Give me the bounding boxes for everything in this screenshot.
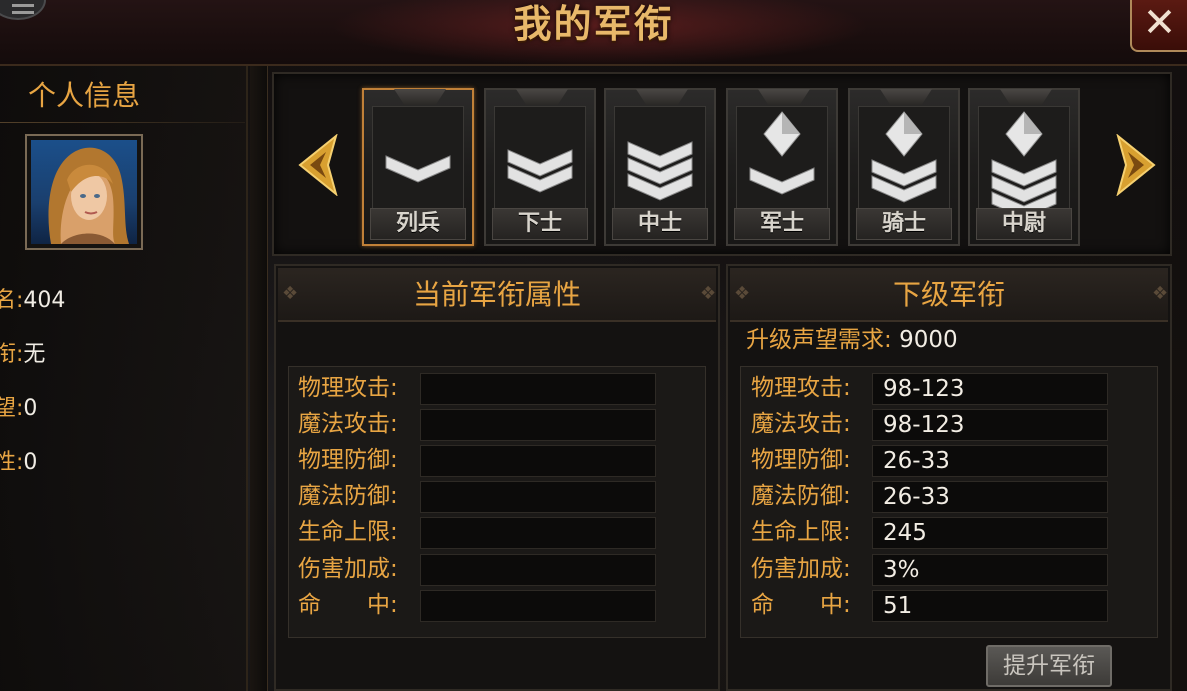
ornament-icon: ❖: [282, 283, 299, 304]
attr-value: [420, 445, 656, 477]
arrow-left-icon: [298, 133, 338, 197]
rank-name: 军士: [734, 208, 830, 240]
attr-label: 命 中:: [751, 592, 851, 618]
stat-attribute: 性:0: [0, 450, 38, 475]
divider: [0, 122, 245, 123]
avatar: [31, 140, 137, 244]
attr-row: 生命上限: 245: [751, 516, 1108, 549]
attr-value: [420, 590, 656, 622]
rank-card[interactable]: 中尉: [968, 88, 1080, 246]
personal-info-panel: 个人信息 名:404 衔:无 望:0 性:0: [0, 66, 248, 691]
attr-value: 98-123: [872, 373, 1108, 405]
card-ornament: [394, 89, 446, 105]
rank-name: 列兵: [370, 208, 466, 240]
rank-insignia-icon: [871, 111, 937, 203]
attr-value: [420, 554, 656, 586]
attr-row: 伤害加成:: [298, 553, 656, 586]
attr-row: 魔法攻击:: [298, 408, 656, 441]
ornament-icon: ❖: [700, 283, 717, 304]
attr-value: 245: [872, 517, 1108, 549]
panel-divider: [250, 66, 268, 691]
chevron-icon: [385, 155, 451, 183]
attr-label: 魔法攻击:: [298, 411, 398, 437]
attr-label: 物理攻击:: [298, 375, 398, 401]
attr-label: 物理防御:: [298, 447, 398, 473]
title-bar: 我的军衔: [0, 0, 1187, 66]
attr-label: 伤害加成:: [298, 556, 398, 582]
upgrade-rank-button[interactable]: 提升军衔: [986, 645, 1112, 687]
rank-name: 下士: [492, 208, 588, 240]
rank-insignia-icon: [749, 111, 815, 195]
rank-insignia-icon: [385, 155, 451, 183]
card-ornament: [758, 89, 810, 105]
prestige-requirement: 升级声望需求: 9000: [746, 327, 958, 353]
rank-insignia-icon: [991, 111, 1057, 212]
rank-card[interactable]: 列兵: [362, 88, 474, 246]
attr-value: 98-123: [872, 409, 1108, 441]
current-rank-panel: 当前军衔属性 ❖ ❖: [274, 264, 720, 691]
page-title: 我的军衔: [513, 2, 674, 46]
card-ornament: [1000, 89, 1052, 105]
attr-label: 命 中:: [298, 592, 398, 618]
arrow-right-icon: [1116, 133, 1156, 197]
attr-label: 魔法攻击:: [751, 411, 851, 437]
attr-label: 生命上限:: [751, 519, 851, 545]
avatar-portrait-icon: [48, 147, 129, 244]
attr-row: 魔法攻击: 98-123: [751, 408, 1108, 441]
close-icon: ✕: [1142, 0, 1177, 46]
attr-label: 物理攻击:: [751, 375, 851, 401]
attr-label: 伤害加成:: [751, 556, 851, 582]
attr-value: 26-33: [872, 481, 1108, 513]
attr-value: [420, 373, 656, 405]
attr-label: 魔法防御:: [298, 483, 398, 509]
stat-rank: 衔:无: [0, 342, 46, 367]
attr-row: 伤害加成: 3%: [751, 553, 1108, 586]
attr-value: [420, 409, 656, 441]
prev-rank-button[interactable]: [296, 133, 340, 197]
chevron-icon: [749, 167, 815, 195]
attr-value: 3%: [872, 554, 1108, 586]
attr-row: 物理攻击: 98-123: [751, 372, 1108, 405]
next-rank-header: 下级军衔: [730, 268, 1168, 322]
close-button[interactable]: ✕: [1130, 0, 1187, 52]
avatar-frame[interactable]: [25, 134, 143, 250]
rank-card[interactable]: 中士: [604, 88, 716, 246]
attr-label: 物理防御:: [751, 447, 851, 473]
rank-name: 骑士: [856, 208, 952, 240]
attr-value: 51: [872, 590, 1108, 622]
rank-insignia-icon: [627, 141, 693, 201]
next-rank-button[interactable]: [1114, 133, 1158, 197]
stat-prestige: 望:0: [0, 396, 38, 421]
attr-row: 物理防御: 26-33: [751, 444, 1108, 477]
attr-row: 命 中: 51: [751, 589, 1108, 622]
attr-label: 生命上限:: [298, 519, 398, 545]
card-ornament: [880, 89, 932, 105]
attr-row: 生命上限:: [298, 516, 656, 549]
rank-card[interactable]: 骑士: [848, 88, 960, 246]
next-rank-title: 下级军衔: [892, 278, 1005, 311]
current-rank-header: 当前军衔属性: [278, 268, 716, 322]
attr-row: 物理攻击:: [298, 372, 656, 405]
card-ornament: [516, 89, 568, 105]
card-ornament: [636, 89, 688, 105]
current-rank-title: 当前军衔属性: [412, 278, 581, 311]
attr-value: [420, 517, 656, 549]
attr-row: 魔法防御: 26-33: [751, 480, 1108, 513]
ornament-icon: ❖: [734, 283, 751, 304]
attr-row: 魔法防御:: [298, 480, 656, 513]
attr-row: 命 中:: [298, 589, 656, 622]
attr-label: 魔法防御:: [751, 483, 851, 509]
ornament-icon: ❖: [1152, 283, 1169, 304]
rank-name: 中尉: [976, 208, 1072, 240]
personal-info-header: 个人信息: [27, 79, 140, 112]
stat-name: 名:404: [0, 288, 66, 313]
rank-name: 中士: [612, 208, 708, 240]
rank-card[interactable]: 下士: [484, 88, 596, 246]
rank-insignia-icon: [507, 149, 573, 193]
attr-value: [420, 481, 656, 513]
attr-value: 26-33: [872, 445, 1108, 477]
attr-row: 物理防御:: [298, 444, 656, 477]
rank-card[interactable]: 军士: [726, 88, 838, 246]
